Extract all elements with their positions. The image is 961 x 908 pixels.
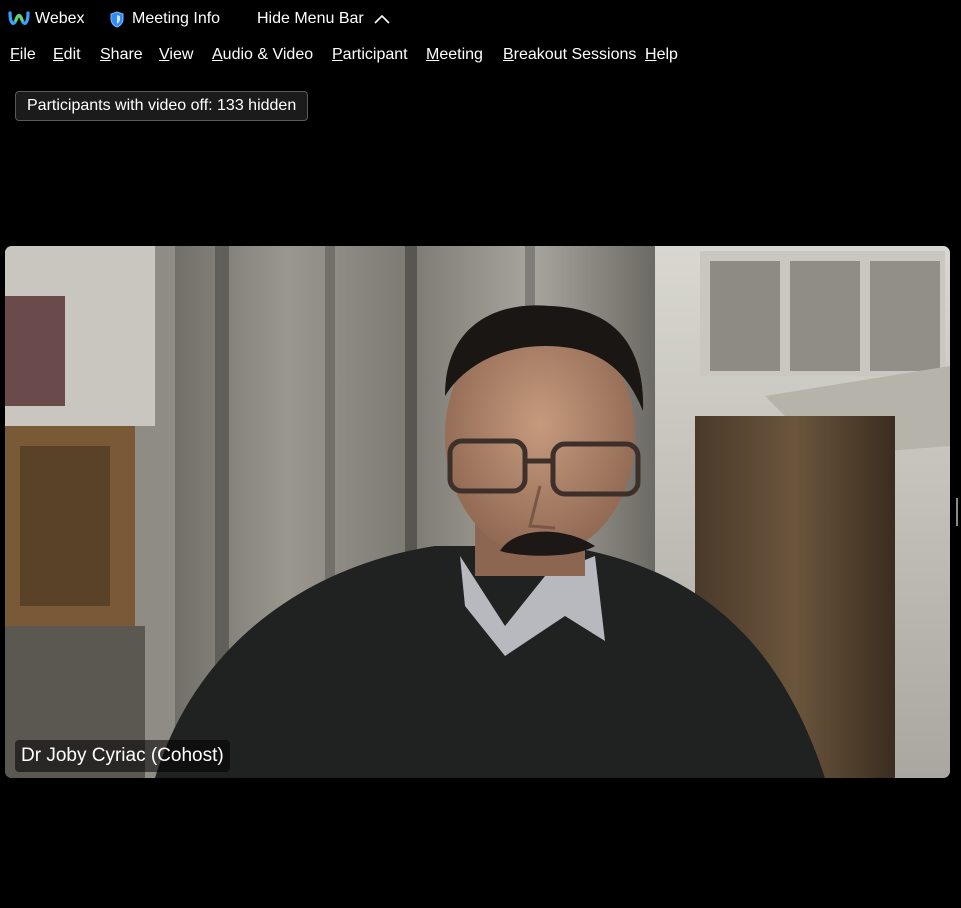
menu-edit[interactable]: Edit (53, 46, 81, 64)
app-brand: Webex (8, 8, 85, 30)
window-blinds (700, 251, 945, 376)
participant-video-tile[interactable]: Dr Joby Cyriac (Cohost) (5, 246, 950, 778)
panel-resize-handle[interactable] (956, 498, 958, 526)
menu-participant[interactable]: Participant (332, 46, 408, 64)
hide-menu-bar-label: Hide Menu Bar (257, 10, 364, 27)
menu-view[interactable]: View (159, 46, 193, 64)
menu-breakout-sessions[interactable]: Breakout Sessions (503, 46, 636, 64)
app-name: Webex (35, 10, 85, 27)
hide-menu-bar-button[interactable]: Hide Menu Bar (257, 8, 390, 30)
meeting-info-button[interactable]: Meeting Info (110, 8, 220, 30)
menu-file[interactable]: File (10, 46, 36, 64)
participant-name: Dr Joby Cyriac (Cohost) (21, 745, 224, 766)
menu-meeting[interactable]: Meeting (426, 46, 483, 64)
chevron-up-icon (374, 14, 390, 24)
hidden-participants-label: Participants with video off: 133 hidden (27, 97, 297, 114)
shield-icon (110, 10, 124, 28)
participant-name-tag: Dr Joby Cyriac (Cohost) (15, 740, 230, 772)
hidden-participants-button[interactable]: Participants with video off: 133 hidden (15, 91, 309, 121)
menu-bar: File Edit Share View Audio & Video Parti… (0, 42, 961, 70)
webex-logo-icon (8, 11, 30, 25)
menu-share[interactable]: Share (100, 46, 143, 64)
title-bar: Webex Meeting Info Hide Menu Bar (0, 0, 961, 38)
participant-video-frame (5, 246, 950, 778)
menu-help[interactable]: Help (645, 46, 678, 64)
meeting-info-label: Meeting Info (132, 10, 221, 27)
menu-audio-video[interactable]: Audio & Video (212, 46, 313, 64)
